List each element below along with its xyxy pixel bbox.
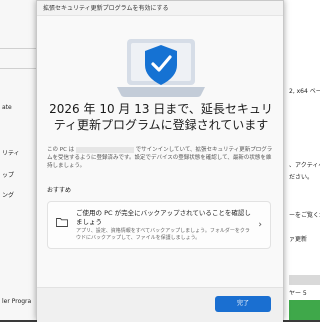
bg-right-bar [289,275,320,285]
divider [0,48,40,49]
recommended-heading: おすすめ [47,187,72,194]
esu-dialog: 拡張セキュリティ更新プログラムを有効にする 2026 年 10 月 13 日まで… [36,0,284,322]
divider [0,68,40,69]
dialog-footer: 完了 [37,287,283,322]
chevron-right-icon: › [258,220,262,230]
backup-recommendation-card[interactable]: ご使用の PC が完全にバックアップされていることを確認しましょう アプリ、設定… [47,201,271,249]
bg-right-item: 、アクティベ [289,162,320,169]
bg-right-green-tile [289,300,320,320]
bg-left-item: ate [2,104,12,111]
bg-right-item: ださい。 [289,174,314,181]
done-button[interactable]: 完了 [215,296,271,312]
background-right-panel: 2, x64 ベース 、アクティベ ださい。 ーをご覧くだ ァ更新 ヤー 5 [282,0,320,320]
description: この PC は でサインインしていて、拡張セキュリティ更新プログラムを受信するよ… [47,146,275,170]
bg-right-item: 2, x64 ベース [289,88,320,95]
bg-left-item: ップ [2,172,15,179]
folder-icon [56,218,68,227]
dialog-titlebar: 拡張セキュリティ更新プログラムを有効にする [37,1,283,16]
card-title: ご使用の PC が完全にバックアップされていることを確認しましょう [76,209,251,226]
bg-right-item: ヤー 5 [289,290,307,297]
page-title: 2026 年 10 月 13 日まで、延長セキュリティ更新プログラムに登録されて… [49,102,273,132]
bg-right-item: ァ更新 [289,236,308,243]
bg-right-item: ーをご覧くだ [289,212,320,219]
shield-check-laptop-icon [117,39,205,97]
background-left-panel: ate リティ ップ ング ler Progra [0,0,41,320]
redacted-account [75,146,134,153]
dialog-title: 拡張セキュリティ更新プログラムを有効にする [43,5,169,12]
card-subtitle: アプリ、設定、資格情報をすべてバックアップしましょう。フォルダーをクラウドにバッ… [76,228,250,241]
description-prefix: この PC は [47,147,75,153]
bg-left-item: リティ [2,150,20,157]
bg-left-item: ング [2,192,15,199]
